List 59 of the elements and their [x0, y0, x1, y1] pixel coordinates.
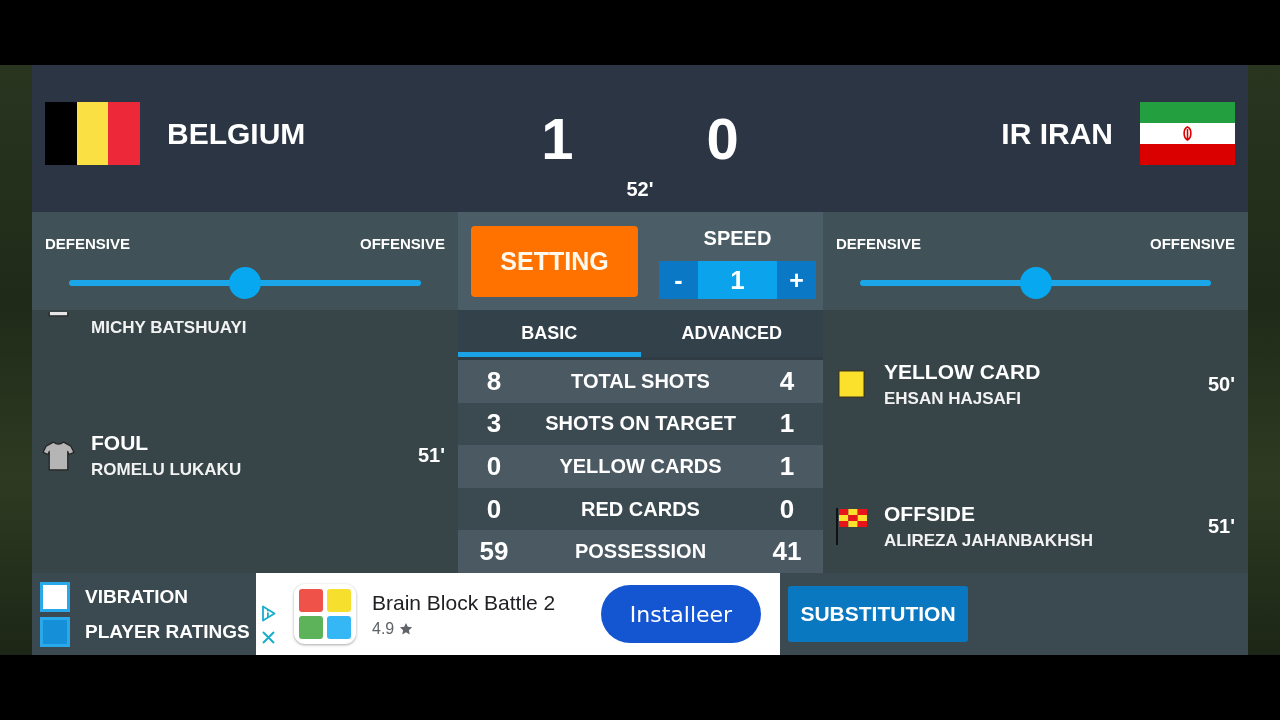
checkbox[interactable] [40, 582, 70, 612]
event-minute: 50' [1208, 372, 1235, 396]
player-name: ALIREZA JAHANBAKHSH [884, 530, 1094, 551]
team-name: BELGIUM [167, 116, 306, 151]
slider-thumb[interactable] [1019, 267, 1052, 299]
star-icon [399, 621, 414, 636]
away-stat: 4 [779, 365, 795, 397]
player-name: MICHY BATSHUAYI [91, 318, 247, 338]
event-title: FOUL [91, 430, 149, 455]
away-stat: 1 [779, 408, 795, 440]
install-button[interactable]: Installeer [601, 585, 761, 643]
player-name: ROMELU LUKAKU [91, 459, 242, 480]
match-clock: 52' [626, 178, 654, 200]
increment-button[interactable]: + [777, 261, 816, 299]
checkbox-label: VIBRATION [85, 586, 189, 608]
slider-label: DEFENSIVE [836, 235, 922, 253]
app-icon [294, 584, 356, 644]
checkbox[interactable] [40, 617, 70, 647]
slider-label: OFFENSIVE [1150, 235, 1235, 253]
slider-label: DEFENSIVE [45, 235, 131, 253]
home-stat: 3 [486, 408, 502, 440]
app-title: Brain Block Battle 2 [372, 590, 556, 615]
stat-label: TOTAL SHOTS [571, 369, 710, 393]
close-icon[interactable] [261, 630, 276, 645]
substitution-button[interactable]: SUBSTITUTION [788, 586, 968, 642]
home-stat: 8 [486, 365, 502, 397]
app-rating: 4.9 [372, 619, 395, 638]
away-stat: 0 [779, 493, 795, 525]
stats-tab[interactable]: ADVANCED [640, 310, 823, 357]
event-title: OFFSIDE [884, 501, 975, 526]
score: 1 [541, 107, 574, 171]
stat-label: SHOTS ON TARGET [545, 412, 736, 436]
stat-label: YELLOW CARDS [559, 455, 722, 478]
home-stat: 0 [486, 451, 502, 482]
shirt-icon [42, 438, 75, 472]
decrement-button[interactable]: - [659, 261, 698, 299]
setting-button[interactable]: SETTING [471, 226, 638, 297]
stat-label: RED CARDS [581, 497, 700, 521]
speed-value: 1 [698, 261, 777, 299]
ad-info-icon[interactable] [261, 605, 276, 622]
slider-label: OFFENSIVE [360, 235, 445, 253]
team-name: IR IRAN [1001, 116, 1113, 151]
speed-label: SPEED [703, 226, 772, 250]
away-stat: 1 [779, 451, 795, 482]
player-name: EHSAN HAJSAFI [884, 388, 1021, 409]
flag-icon [45, 102, 140, 165]
away-stat: 41 [772, 536, 802, 568]
event-title: YELLOW CARD [884, 359, 1041, 384]
checkered-flag-icon [836, 507, 867, 545]
event-minute: 51' [418, 443, 445, 467]
checkbox-label: PLAYER RATINGS [85, 621, 250, 643]
stat-label: POSSESSION [574, 540, 707, 564]
score: 0 [706, 107, 739, 171]
event-minute: 51' [1208, 514, 1235, 538]
home-stat: 0 [486, 493, 502, 525]
flag-icon [1140, 102, 1235, 165]
home-stat: 59 [479, 536, 509, 568]
slider-thumb[interactable] [229, 267, 261, 299]
card-icon [838, 370, 865, 398]
